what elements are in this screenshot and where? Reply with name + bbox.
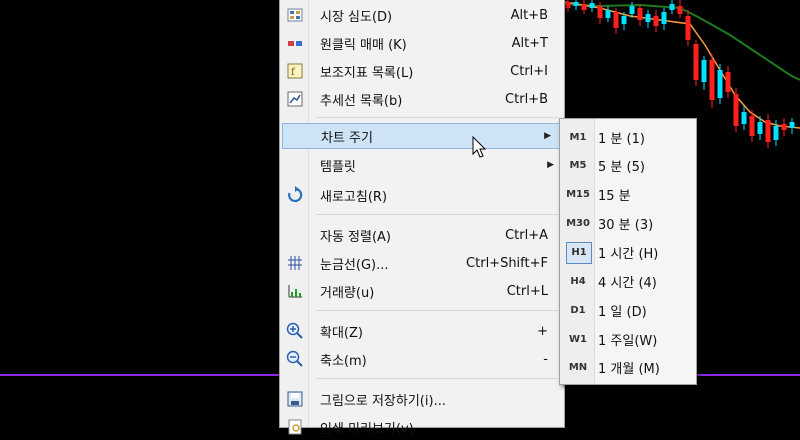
menu-separator — [316, 310, 558, 311]
timeframe-item-m15[interactable]: M15 15 분 — [560, 180, 696, 208]
candle-body — [573, 2, 579, 6]
zoom-out-icon — [286, 350, 304, 368]
candle-body — [661, 12, 667, 24]
save-picture-icon — [286, 390, 304, 408]
menu-item-print-preview[interactable]: 인쇄 미리보기(v) — [280, 414, 564, 440]
menu-item-one-click-trading[interactable]: 원클릭 매매 (K) Alt+T — [280, 30, 564, 56]
menu-item-indicators-list[interactable]: f 보조지표 목록(L) Ctrl+I — [280, 58, 564, 84]
candle-body — [613, 12, 619, 28]
menu-item-auto-arrange[interactable]: 자동 정렬(A) Ctrl+A — [280, 222, 564, 248]
candle-body — [781, 124, 787, 130]
candle-body — [637, 8, 643, 20]
mouse-pointer-icon — [472, 136, 487, 158]
candle-body — [693, 44, 699, 80]
candle-body — [685, 16, 691, 40]
candle-body — [621, 16, 627, 24]
candle-body — [669, 4, 675, 10]
menu-separator — [316, 214, 558, 215]
candle-body — [757, 122, 763, 134]
menu-item-zoom-in[interactable]: 확대(Z) + — [280, 318, 564, 344]
menu-item-grid[interactable]: 눈금선(G)... Ctrl+Shift+F — [280, 250, 564, 276]
candle-body — [653, 16, 659, 26]
candle-body — [741, 112, 747, 124]
market-depth-icon — [286, 6, 304, 24]
menu-separator — [316, 378, 558, 379]
menu-item-trendline-list[interactable]: 추세선 목록(b) Ctrl+B — [280, 86, 564, 112]
menu-item-template[interactable]: 템플릿 ▶ — [280, 152, 564, 178]
menu-item-save-as-picture[interactable]: 그림으로 저장하기(i)... — [280, 386, 564, 412]
candle-body — [789, 122, 795, 128]
timeframe-code-icon: H4 — [570, 275, 586, 287]
timeframe-item-w1[interactable]: W1 1 주일(W) — [560, 325, 696, 353]
candle-body — [677, 6, 683, 14]
timeframe-item-h4[interactable]: H4 4 시간 (4) — [560, 267, 696, 295]
timeframe-item-m1[interactable]: M1 1 분 (1) — [560, 123, 696, 151]
menu-item-refresh[interactable]: 새로고침(R) — [280, 182, 564, 208]
volume-icon — [286, 282, 304, 300]
trendline-list-icon — [286, 90, 304, 108]
menu-item-volume[interactable]: 거래량(u) Ctrl+L — [280, 278, 564, 304]
timeframe-item-mn[interactable]: MN 1 개월 (M) — [560, 353, 696, 381]
submenu-arrow-icon: ▶ — [547, 160, 554, 170]
menu-item-zoom-out[interactable]: 축소(m) - — [280, 346, 564, 372]
candle-body — [605, 10, 611, 18]
chart-context-menu: 시장 심도(D) Alt+B 원클릭 매매 (K) Alt+T f 보조지표 목… — [279, 0, 565, 437]
timeframe-code-icon: W1 — [569, 333, 587, 345]
candle-body — [589, 3, 595, 8]
timeframe-code-icon: MN — [568, 361, 588, 373]
indicators-list-icon: f — [286, 62, 304, 80]
grid-icon — [286, 254, 304, 272]
timeframe-code-icon: M1 — [569, 131, 587, 143]
timeframe-code-icon: M5 — [569, 159, 587, 171]
candle-body — [645, 14, 651, 22]
refresh-icon — [286, 186, 304, 204]
candle-body — [581, 4, 587, 10]
menu-separator — [316, 117, 558, 118]
zoom-in-icon — [286, 322, 304, 340]
submenu-arrow-icon: ▶ — [544, 131, 551, 141]
timeframe-item-d1[interactable]: D1 1 일 (D) — [560, 296, 696, 324]
timeframe-item-m5[interactable]: M5 5 분 (5) — [560, 151, 696, 179]
candle-body — [765, 120, 771, 142]
one-click-trading-icon — [286, 34, 304, 52]
timeframe-code-icon: M30 — [566, 217, 590, 229]
candle-body — [565, 2, 571, 8]
timeframe-code-icon: D1 — [570, 304, 586, 316]
candle-body — [629, 6, 635, 14]
timeframe-item-h1[interactable]: H1 1 시간 (H) — [560, 238, 696, 266]
menu-item-market-depth[interactable]: 시장 심도(D) Alt+B — [280, 2, 564, 28]
candle-body — [717, 70, 723, 98]
candle-body — [749, 116, 755, 136]
candle-body — [709, 60, 715, 100]
candle-body — [773, 126, 779, 140]
candle-body — [733, 94, 739, 126]
timeframe-code-icon: M15 — [566, 188, 590, 200]
candle-body — [701, 60, 707, 82]
menu-item-chart-timeframe[interactable]: 차트 주기 ▶ — [282, 123, 562, 149]
print-preview-icon — [286, 418, 304, 436]
timeframe-submenu: M1 1 분 (1) M5 5 분 (5) M15 15 분 M30 30 분 … — [559, 118, 697, 385]
timeframe-item-m30[interactable]: M30 30 분 (3) — [560, 209, 696, 237]
timeframe-code-icon: H1 — [566, 242, 592, 264]
candle-body — [725, 72, 731, 92]
candle-body — [597, 6, 603, 18]
